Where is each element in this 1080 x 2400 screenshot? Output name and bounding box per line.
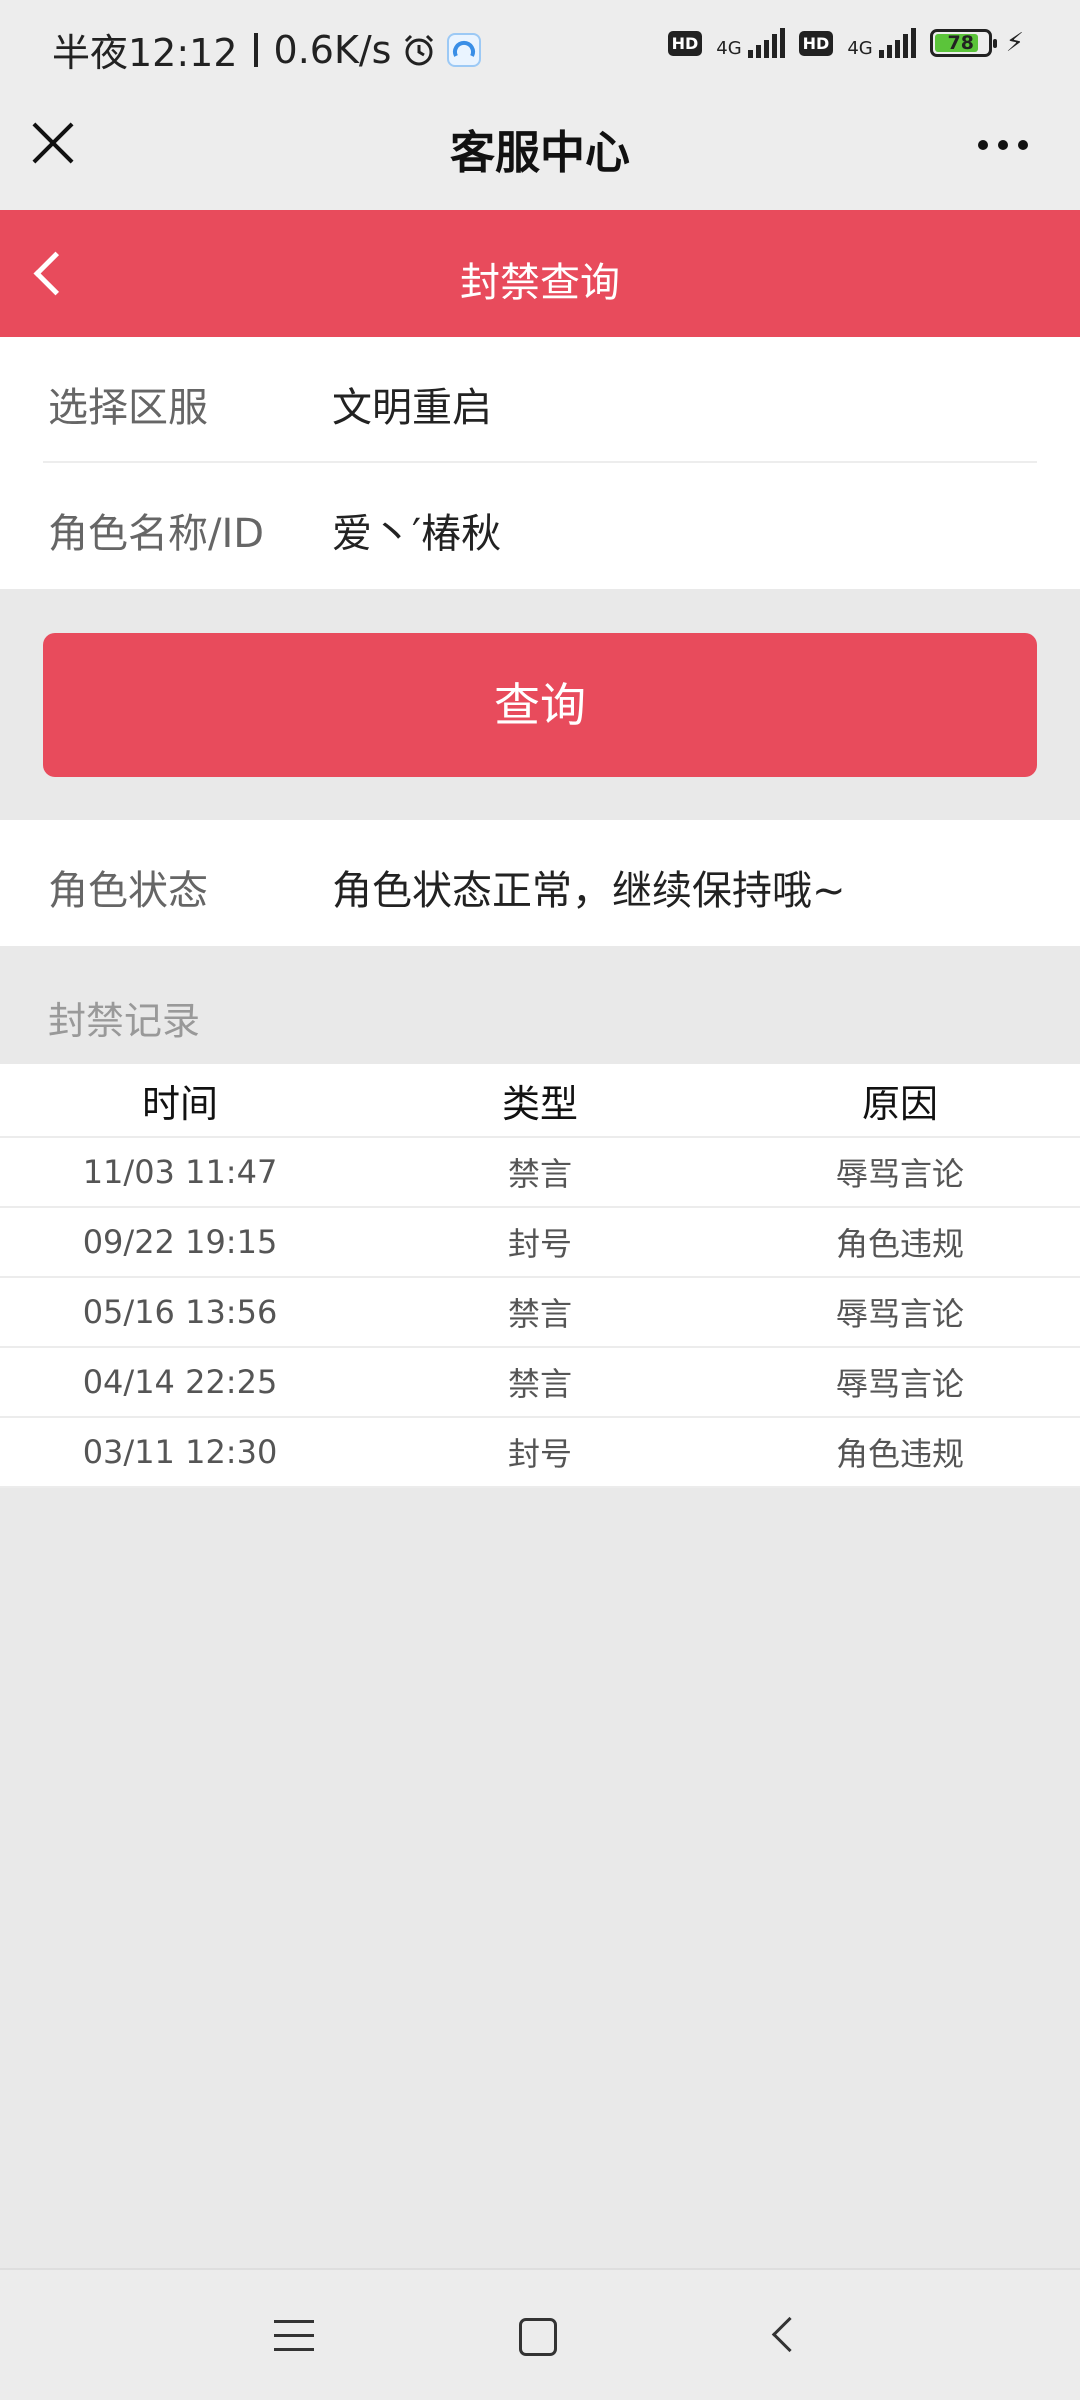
table-row: 05/16 13:56 禁言 辱骂言论 bbox=[0, 1278, 1080, 1348]
status-separator bbox=[253, 32, 258, 67]
back-icon[interactable] bbox=[771, 2316, 808, 2353]
section-title: 封禁查询 bbox=[460, 260, 620, 306]
table-row: 11/03 11:47 禁言 辱骂言论 bbox=[0, 1138, 1080, 1208]
status-left: 半夜12:12 0.6K/s bbox=[52, 22, 482, 77]
query-button[interactable]: 查询 bbox=[43, 633, 1037, 777]
role-input-row[interactable]: 角色名称/ID 爱丶′椿秋 bbox=[0, 463, 1080, 589]
battery-level: 78 bbox=[947, 32, 974, 54]
hd-badge-2: HD bbox=[798, 30, 834, 56]
server-select-row[interactable]: 选择区服 文明重启 bbox=[0, 337, 1080, 463]
column-header-time: 时间 bbox=[141, 1081, 218, 1126]
section-header: 封禁查询 bbox=[0, 210, 1080, 337]
cell-reason: 角色违规 bbox=[835, 1225, 964, 1263]
status-time: 半夜12:12 bbox=[52, 31, 238, 75]
cell-time: 11/03 11:47 bbox=[82, 1153, 278, 1191]
signal-icon-2: 4G bbox=[847, 28, 916, 59]
cell-type: 禁言 bbox=[507, 1155, 572, 1193]
table-row: 04/14 22:25 禁言 辱骂言论 bbox=[0, 1348, 1080, 1418]
network-type: 4G bbox=[716, 38, 742, 59]
hd-badge: HD bbox=[667, 30, 703, 56]
server-select[interactable]: 文明重启 bbox=[332, 375, 492, 433]
role-status-label: 角色状态 bbox=[48, 868, 208, 914]
server-label: 选择区服 bbox=[48, 385, 208, 431]
role-status-row: 角色状态 角色状态正常，继续保持哦~ bbox=[0, 820, 1080, 946]
home-icon[interactable] bbox=[519, 2318, 557, 2356]
network-type-2: 4G bbox=[847, 38, 873, 59]
status-bar: 半夜12:12 0.6K/s HD 4G HD 4G 78 ⚡ bbox=[0, 0, 1080, 100]
alarm-icon bbox=[405, 34, 434, 65]
app-notification-icon bbox=[447, 32, 482, 67]
role-status-value: 角色状态正常，继续保持哦~ bbox=[332, 868, 846, 914]
cell-time: 04/14 22:25 bbox=[82, 1363, 278, 1401]
page-title: 客服中心 bbox=[449, 126, 630, 179]
cell-time: 05/16 13:56 bbox=[82, 1293, 278, 1331]
cell-type: 封号 bbox=[507, 1225, 572, 1263]
charging-icon: ⚡ bbox=[1005, 28, 1024, 58]
column-header-type: 类型 bbox=[501, 1081, 578, 1126]
system-nav-bar bbox=[0, 2270, 1080, 2400]
cell-reason: 角色违规 bbox=[835, 1435, 964, 1473]
title-bar: 客服中心 bbox=[0, 100, 1080, 210]
signal-icon: 4G bbox=[716, 28, 785, 59]
cell-type: 禁言 bbox=[507, 1295, 572, 1333]
menu-icon[interactable] bbox=[274, 2320, 314, 2352]
role-label: 角色名称/ID bbox=[48, 511, 265, 557]
cell-reason: 辱骂言论 bbox=[835, 1365, 964, 1403]
table-row: 09/22 19:15 封号 角色违规 bbox=[0, 1208, 1080, 1278]
cell-time: 09/22 19:15 bbox=[82, 1223, 278, 1261]
cell-reason: 辱骂言论 bbox=[835, 1295, 964, 1333]
table-row: 03/11 12:30 封号 角色违规 bbox=[0, 1418, 1080, 1488]
role-input[interactable]: 爱丶′椿秋 bbox=[332, 501, 501, 559]
more-options-icon[interactable] bbox=[978, 140, 1028, 150]
records-table: 时间 类型 原因 11/03 11:47 禁言 辱骂言论 09/22 19:15… bbox=[0, 1064, 1080, 1488]
column-header-reason: 原因 bbox=[861, 1081, 938, 1126]
table-header: 时间 类型 原因 bbox=[0, 1064, 1080, 1138]
cell-type: 禁言 bbox=[507, 1365, 572, 1403]
status-right: HD 4G HD 4G 78 ⚡ bbox=[667, 28, 1024, 59]
cell-type: 封号 bbox=[507, 1435, 572, 1473]
query-form: 选择区服 文明重启 角色名称/ID 爱丶′椿秋 bbox=[0, 337, 1080, 589]
status-speed: 0.6K/s bbox=[273, 27, 392, 72]
cell-reason: 辱骂言论 bbox=[835, 1155, 964, 1193]
battery-icon: 78 bbox=[929, 29, 997, 57]
cell-time: 03/11 12:30 bbox=[82, 1433, 278, 1471]
records-title: 封禁记录 bbox=[48, 999, 201, 1043]
